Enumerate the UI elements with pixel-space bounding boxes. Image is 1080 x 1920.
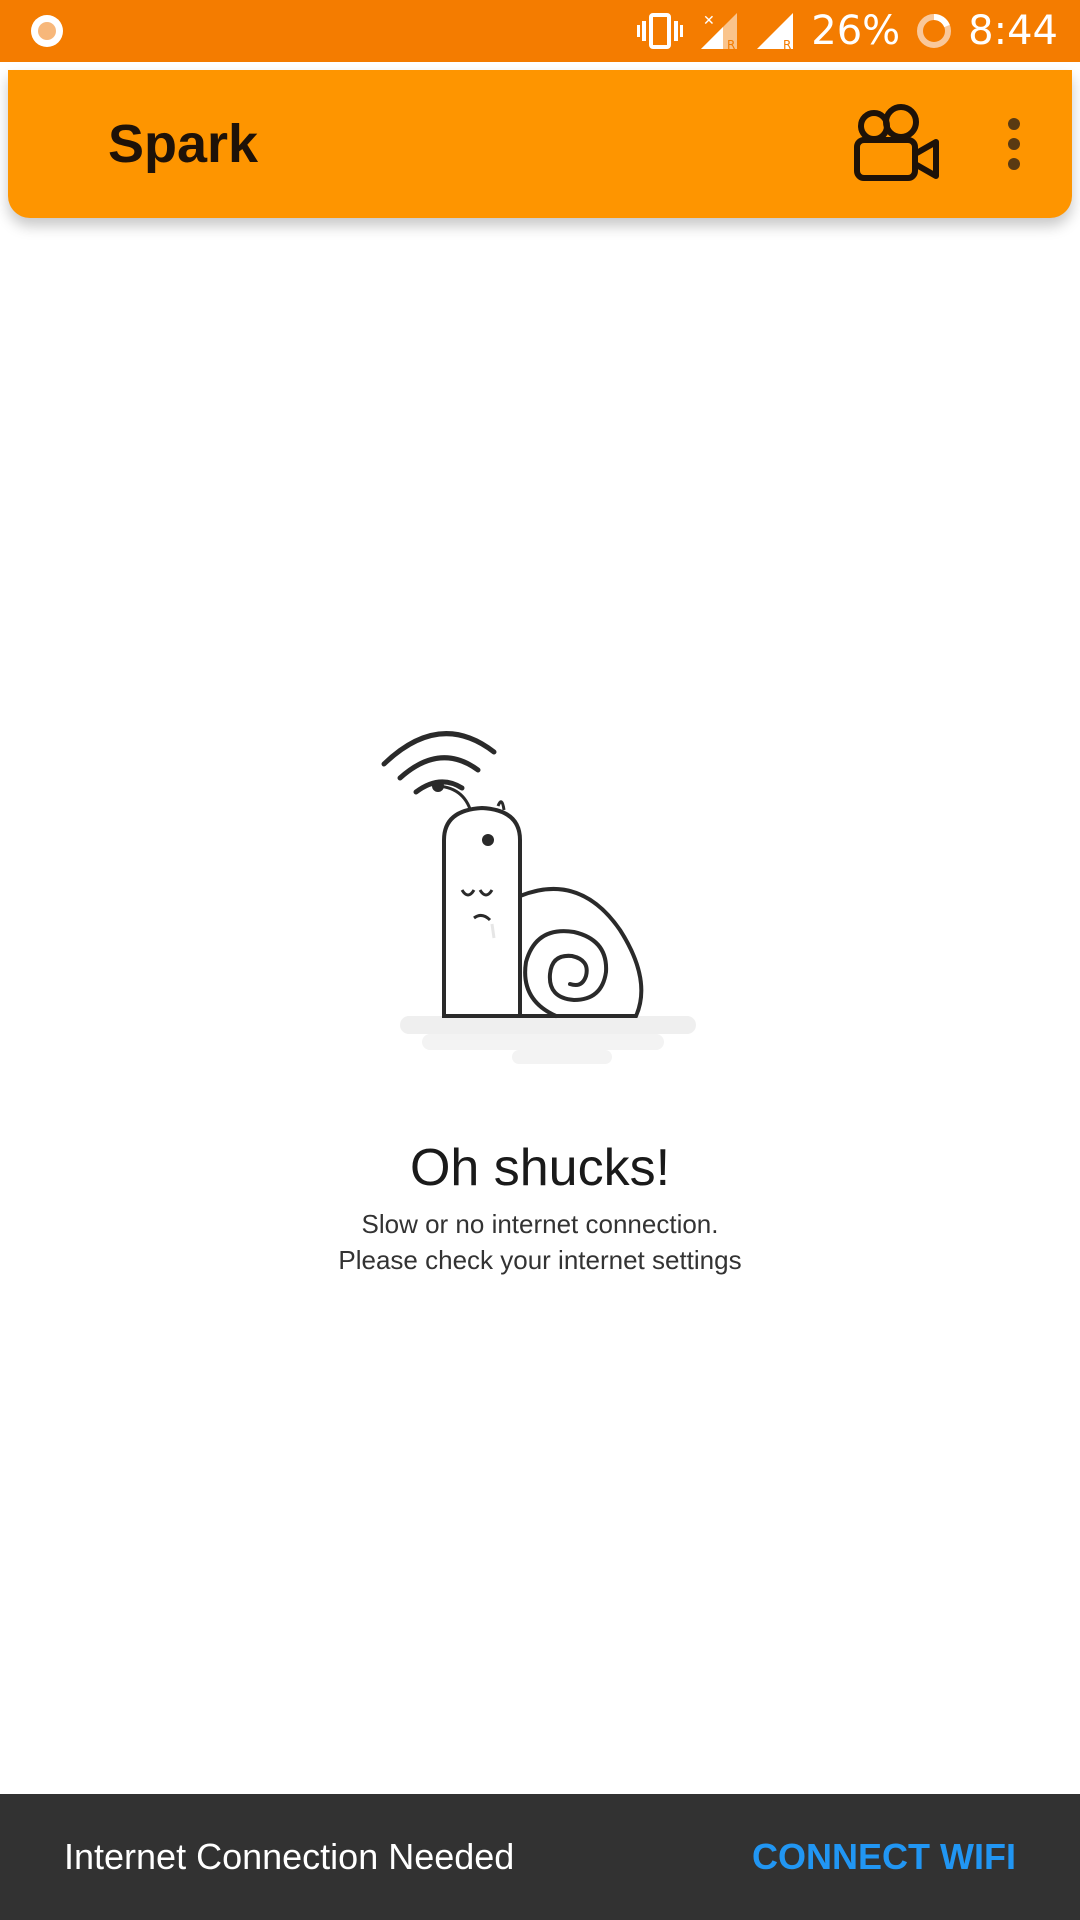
empty-state-headline: Oh shucks! (409, 1139, 671, 1197)
app-bar: Spark (8, 70, 1072, 218)
camera-icon (854, 104, 939, 181)
status-bar: ✕ R R 26% 8:44 (0, 0, 1080, 62)
signal-no-data-icon: ✕ R (699, 11, 739, 51)
status-icons: ✕ R R 26% 8:44 (637, 0, 1058, 62)
more-vert-icon (1008, 118, 1020, 170)
app-title: Spark (108, 114, 259, 174)
svg-text:R: R (783, 38, 791, 51)
snail-wifi-illustration (370, 700, 710, 1080)
snackbar-message: Internet Connection Needed (64, 1836, 515, 1877)
snackbar: Internet Connection Needed CONNECT WIFI (0, 1794, 1080, 1920)
signal-icon: R (755, 11, 795, 51)
video-camera-button[interactable] (852, 104, 942, 184)
message-line-2: Please check your internet settings (338, 1245, 742, 1275)
svg-text:R: R (727, 38, 735, 51)
more-options-button[interactable] (992, 114, 1036, 174)
battery-icon (916, 13, 952, 49)
connect-wifi-button[interactable]: CONNECT WIFI (752, 1794, 1016, 1920)
app-notification-icon (28, 12, 66, 50)
message-line-1: Slow or no internet connection. (361, 1209, 719, 1239)
vibrate-icon (637, 11, 684, 51)
battery-percent: 26% (811, 8, 901, 54)
svg-text:✕: ✕ (703, 13, 715, 29)
empty-state-message: Slow or no internet connection. Please c… (0, 1206, 1080, 1278)
clock: 8:44 (968, 8, 1058, 54)
screen: ✕ R R 26% 8:44 Spark Oh shucks! Slow or … (0, 0, 1080, 1920)
